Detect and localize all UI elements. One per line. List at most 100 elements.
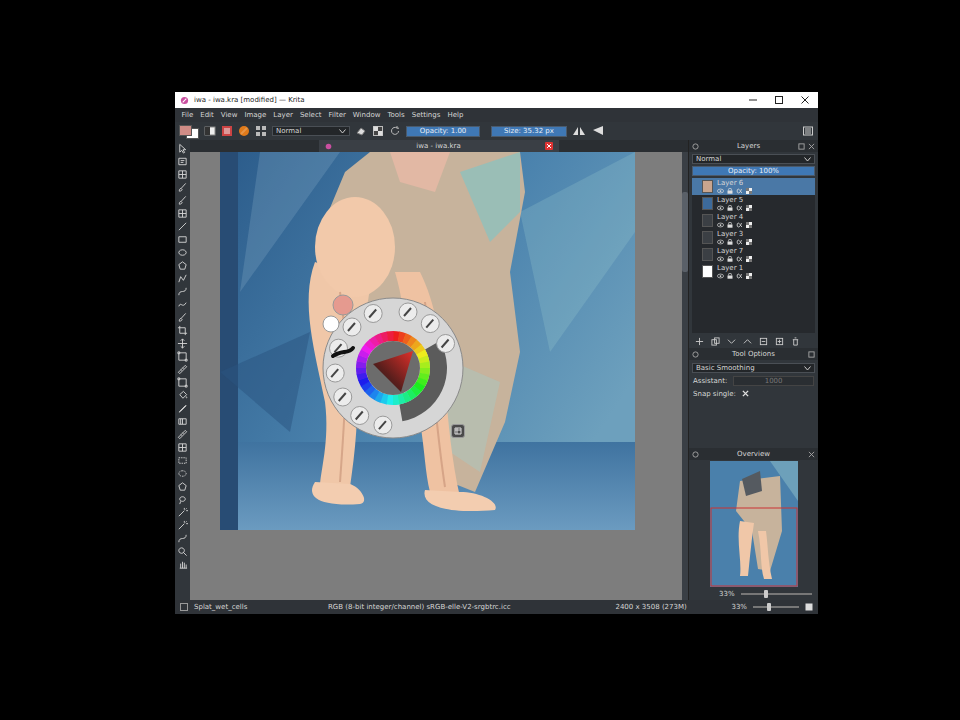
eye-icon[interactable] bbox=[717, 188, 724, 194]
brush-tool-icon[interactable] bbox=[177, 195, 188, 206]
line-tool-icon[interactable] bbox=[177, 221, 188, 232]
textbox-tool-icon[interactable] bbox=[177, 156, 188, 167]
brush-preset-icon[interactable] bbox=[437, 334, 455, 352]
overview-thumbnail[interactable] bbox=[710, 461, 798, 587]
transform-tool-icon[interactable] bbox=[177, 377, 188, 388]
inherit-alpha-icon[interactable] bbox=[746, 188, 752, 194]
alpha-icon[interactable] bbox=[736, 273, 743, 279]
grid-tool-icon[interactable] bbox=[177, 442, 188, 453]
zoom-handle[interactable] bbox=[764, 590, 768, 598]
eraser-icon[interactable] bbox=[355, 125, 367, 137]
zoom-tool-icon[interactable] bbox=[177, 546, 188, 557]
mirror-vertical-icon[interactable] bbox=[591, 125, 605, 137]
menu-item[interactable]: Help bbox=[444, 111, 467, 119]
rotate-icon[interactable] bbox=[805, 603, 813, 611]
pan-tool-icon[interactable] bbox=[177, 559, 188, 570]
eye-icon[interactable] bbox=[717, 222, 724, 228]
hue-segment[interactable] bbox=[387, 331, 394, 341]
menu-item[interactable]: File bbox=[178, 111, 197, 119]
close-button[interactable] bbox=[792, 92, 818, 108]
pointer-tool-icon[interactable] bbox=[177, 143, 188, 154]
color-swatch[interactable] bbox=[179, 125, 192, 136]
maximize-button[interactable] bbox=[766, 92, 792, 108]
eye-icon[interactable] bbox=[717, 205, 724, 211]
docker-menu-icon[interactable] bbox=[692, 143, 699, 150]
inherit-alpha-icon[interactable] bbox=[746, 239, 752, 245]
dashellipse-tool-icon[interactable] bbox=[177, 468, 188, 479]
polygon-tool-icon[interactable] bbox=[177, 481, 188, 492]
menu-item[interactable]: Settings bbox=[408, 111, 444, 119]
blend-mode-dropdown[interactable]: Normal bbox=[272, 126, 350, 136]
brush-preset-icon[interactable] bbox=[343, 318, 361, 336]
gradient-icon[interactable] bbox=[204, 125, 216, 137]
stroke-preset-icon[interactable] bbox=[333, 348, 353, 356]
overview-zoom-slider[interactable] bbox=[741, 593, 812, 595]
workspace-icon[interactable] bbox=[802, 125, 814, 137]
down-icon[interactable] bbox=[727, 337, 736, 346]
zoom-slider[interactable] bbox=[753, 606, 799, 608]
ruler-tool-icon[interactable] bbox=[177, 364, 188, 375]
rect-tool-icon[interactable] bbox=[177, 234, 188, 245]
up-icon[interactable] bbox=[743, 337, 752, 346]
close-tab-icon[interactable] bbox=[545, 142, 553, 150]
fill-tool-icon[interactable] bbox=[177, 390, 188, 401]
bezier-tool-icon[interactable] bbox=[177, 533, 188, 544]
alpha-icon[interactable] bbox=[736, 256, 743, 262]
color-swatches[interactable] bbox=[179, 125, 199, 138]
layer-row[interactable]: Layer 1 bbox=[692, 263, 815, 280]
lock-icon[interactable] bbox=[727, 205, 733, 211]
grid-tool-icon[interactable] bbox=[177, 208, 188, 219]
hue-segment[interactable] bbox=[392, 395, 399, 405]
popup-palette[interactable] bbox=[315, 290, 471, 446]
inherit-alpha-icon[interactable] bbox=[746, 205, 752, 211]
transform-tool-icon[interactable] bbox=[177, 351, 188, 362]
brush-preset-icon[interactable] bbox=[351, 407, 369, 425]
inherit-alpha-icon[interactable] bbox=[746, 256, 752, 262]
grid-tool-icon[interactable] bbox=[177, 169, 188, 180]
layer-row[interactable]: Layer 4 bbox=[692, 212, 815, 229]
eye-icon[interactable] bbox=[717, 273, 724, 279]
canvas-viewport[interactable] bbox=[190, 152, 682, 600]
brush-preset-icon[interactable] bbox=[364, 304, 382, 322]
lock-icon[interactable] bbox=[727, 256, 733, 262]
close-docker-icon[interactable] bbox=[808, 451, 815, 458]
close-docker-icon[interactable] bbox=[808, 143, 815, 150]
document-tab[interactable]: iwa - iwa.kra bbox=[319, 140, 559, 152]
merge-icon[interactable] bbox=[775, 337, 784, 346]
float-icon[interactable] bbox=[808, 351, 815, 358]
alpha-icon[interactable] bbox=[736, 239, 743, 245]
brush-preset-icon[interactable] bbox=[326, 364, 344, 382]
polyline-tool-icon[interactable] bbox=[177, 273, 188, 284]
hue-segment[interactable] bbox=[420, 362, 430, 369]
add-icon[interactable] bbox=[695, 337, 704, 346]
bezier-tool-icon[interactable] bbox=[177, 286, 188, 297]
menu-item[interactable]: Image bbox=[241, 111, 270, 119]
wand-tool-icon[interactable] bbox=[177, 507, 188, 518]
lock-icon[interactable] bbox=[727, 239, 733, 245]
alpha-icon[interactable] bbox=[736, 188, 743, 194]
move-tool-icon[interactable] bbox=[177, 338, 188, 349]
assistant-spinbox[interactable]: 1000 bbox=[733, 376, 814, 386]
reload-icon[interactable] bbox=[389, 125, 401, 137]
brush-preset-icon[interactable] bbox=[238, 125, 250, 137]
layer-blend-dropdown[interactable]: Normal bbox=[692, 154, 815, 164]
recent-color[interactable] bbox=[333, 295, 353, 315]
hue-segment[interactable] bbox=[356, 367, 366, 374]
layer-row[interactable]: Layer 5 bbox=[692, 195, 815, 212]
brush-preset-icon[interactable] bbox=[399, 303, 417, 321]
lock-icon[interactable] bbox=[727, 273, 733, 279]
brush-tool-icon[interactable] bbox=[177, 312, 188, 323]
alpha-lock-icon[interactable] bbox=[372, 125, 384, 137]
wand-tool-icon[interactable] bbox=[177, 520, 188, 531]
lasso-tool-icon[interactable] bbox=[177, 494, 188, 505]
menu-item[interactable]: Filter bbox=[325, 111, 349, 119]
dashrect-tool-icon[interactable] bbox=[177, 455, 188, 466]
popup-palette-wheel[interactable] bbox=[315, 290, 471, 446]
float-icon[interactable] bbox=[798, 143, 805, 150]
zoom-handle[interactable] bbox=[767, 603, 771, 611]
eye-icon[interactable] bbox=[717, 239, 724, 245]
viewport-rect[interactable] bbox=[711, 508, 797, 586]
layer-opacity-slider[interactable]: Opacity: 100% bbox=[692, 166, 815, 176]
pattern-icon[interactable] bbox=[221, 125, 233, 137]
snap-single-checkbox[interactable] bbox=[742, 390, 749, 397]
